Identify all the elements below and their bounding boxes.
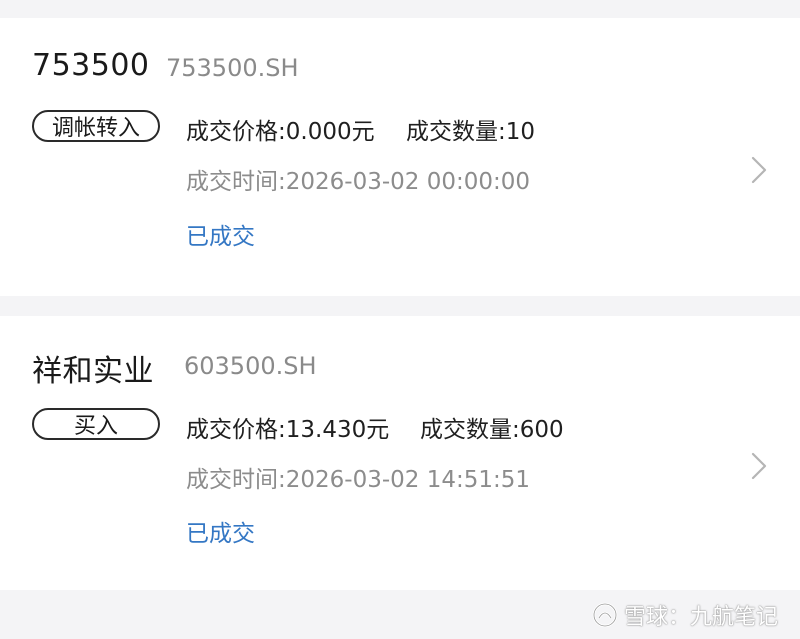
trade-time: 成交时间:2026-03-02 14:51:51 [186,467,531,493]
watermark: 雪球：九航笔记 [592,599,778,631]
watermark-text: 雪球：九航笔记 [623,605,778,630]
trade-price: 成交价格:0.000元 [186,119,375,145]
order-status: 已成交 [186,521,255,547]
order-card-2[interactable]: 祥和实业 603500.SH 买入 成交价格:13.430元 成交数量:600 … [0,316,800,590]
trade-time: 成交时间:2026-03-02 00:00:00 [186,169,531,195]
order-status: 已成交 [186,224,255,250]
stock-code: 753500.SH [166,54,299,82]
trade-price: 成交价格:13.430元 [186,417,390,443]
chevron-right-icon[interactable] [746,450,770,482]
trade-quantity: 成交数量:600 [420,417,564,443]
order-card-1[interactable]: 753500 753500.SH 调帐转入 成交价格:0.000元 成交数量:1… [0,18,800,296]
trade-type-badge: 调帐转入 [32,110,160,142]
trade-type-badge: 买入 [32,408,160,440]
stock-name: 祥和实业 [32,354,154,389]
snowball-logo-icon [592,602,618,628]
chevron-right-icon[interactable] [746,154,770,186]
stock-code: 603500.SH [184,352,317,380]
stock-name: 753500 [32,48,150,83]
trade-quantity: 成交数量:10 [406,119,536,145]
